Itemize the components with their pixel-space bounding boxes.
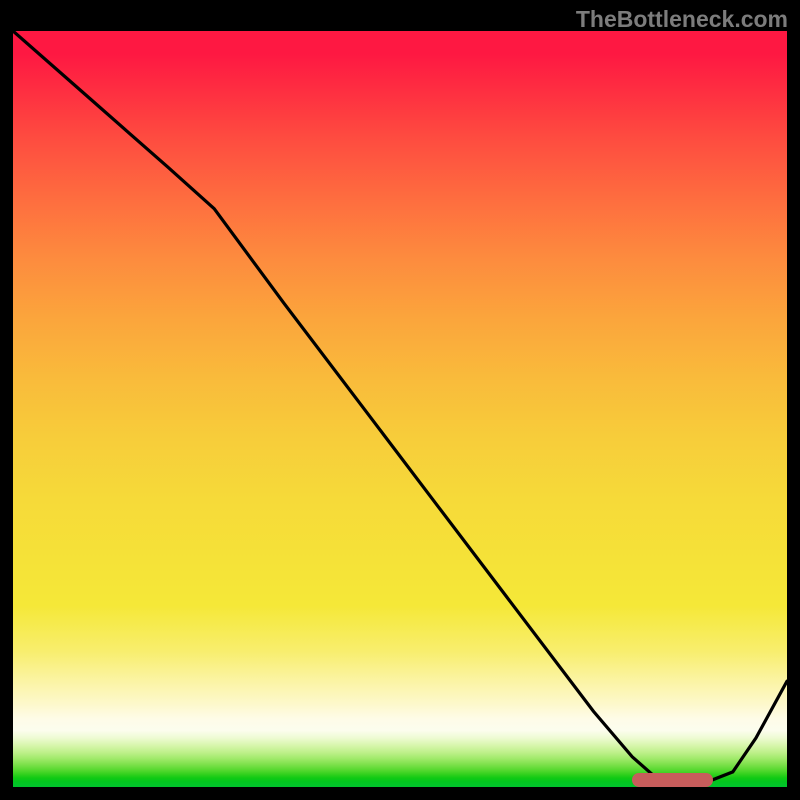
chart-plot-area: [13, 31, 787, 787]
heatmap-gradient: [13, 31, 787, 787]
watermark-text: TheBottleneck.com: [576, 6, 788, 33]
optimal-range-marker: [632, 773, 713, 787]
